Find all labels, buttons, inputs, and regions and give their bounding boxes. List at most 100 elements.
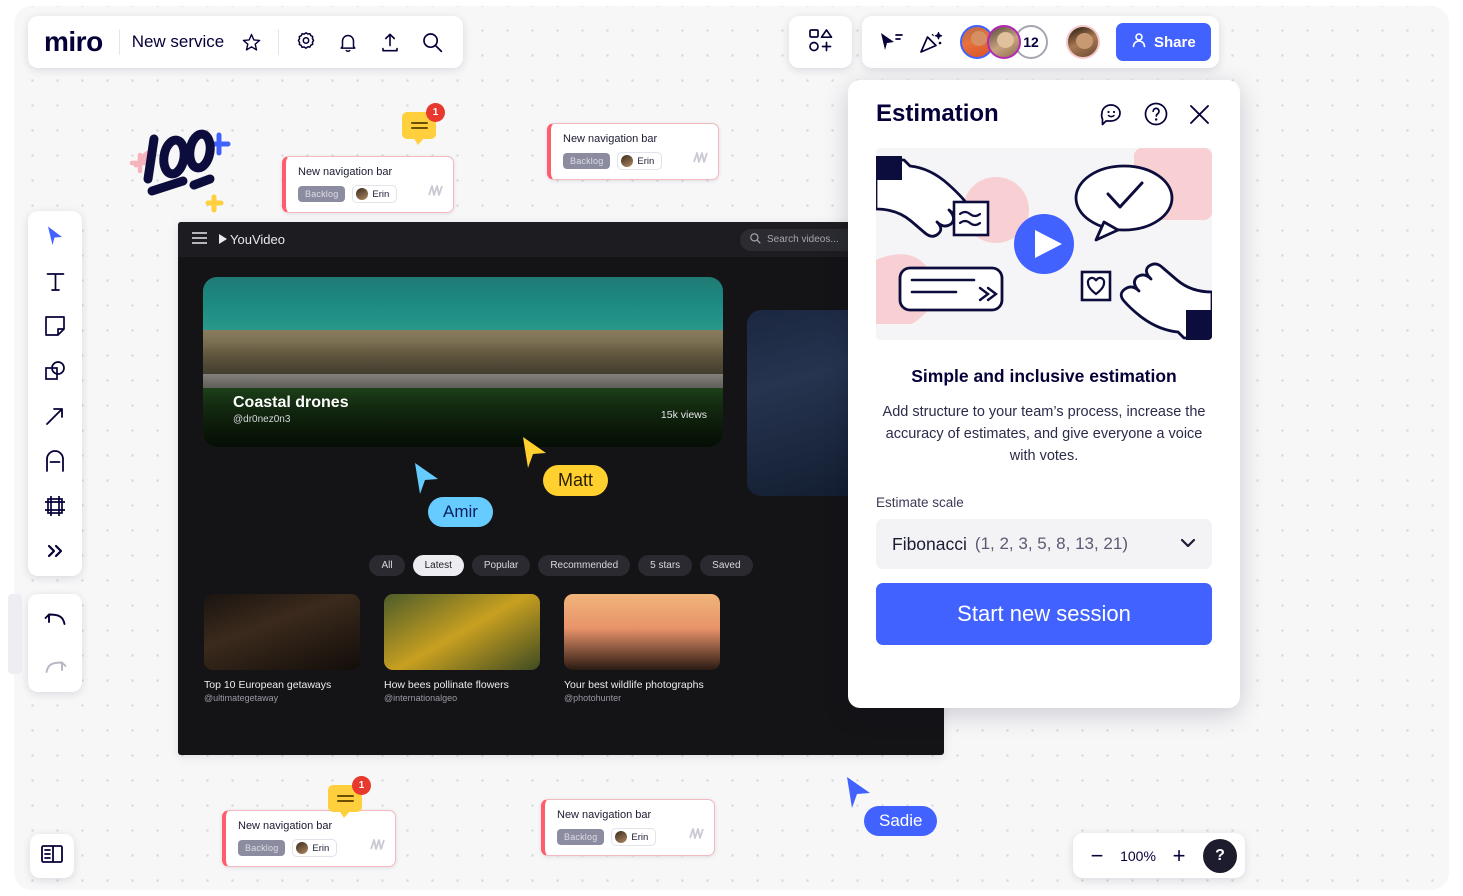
video-thumbnail	[204, 594, 360, 670]
estimate-scale-label: Estimate scale	[876, 495, 964, 511]
cursor-label-sadie: Sadie	[864, 806, 938, 836]
comment-pin[interactable]: 1	[328, 776, 371, 818]
text-tool[interactable]	[38, 266, 72, 296]
card-title: New navigation bar	[238, 820, 333, 832]
avatar	[296, 842, 309, 854]
cursor-select-icon[interactable]	[876, 27, 906, 57]
miro-logo[interactable]: miro	[44, 26, 107, 58]
zoom-controls: − 100% + ?	[1073, 833, 1245, 878]
card-meta: Backlog Erin	[557, 828, 702, 846]
app-root: New navigation bar Backlog Erin 1 New na…	[0, 0, 1463, 896]
avatar	[615, 831, 628, 843]
panel-title: Estimation	[876, 100, 999, 127]
assignee-chip[interactable]: Erin	[292, 839, 338, 857]
shapes-add-button[interactable]	[789, 16, 852, 68]
card-title: New navigation bar	[557, 809, 652, 821]
sticker-100[interactable]	[126, 113, 236, 213]
star-icon[interactable]	[236, 27, 266, 57]
status-badge: Backlog	[298, 186, 346, 202]
zoom-in-button[interactable]: +	[1163, 840, 1195, 872]
filter-pill-all[interactable]: All	[369, 555, 405, 576]
divider	[118, 29, 120, 55]
divider	[278, 29, 280, 55]
card-item[interactable]: New navigation bar Backlog Erin	[282, 156, 454, 213]
hero-ocean-band	[203, 277, 723, 334]
side-panel-toggle[interactable]	[30, 834, 74, 878]
gear-icon[interactable]	[291, 27, 321, 57]
mockup-brand: YouVideo	[219, 232, 285, 247]
feedback-smiley-icon[interactable]	[1099, 101, 1125, 127]
filter-pill-recommended[interactable]: Recommended	[538, 555, 631, 576]
hero-title: Coastal drones	[233, 394, 349, 411]
comment-count-badge: 1	[426, 103, 445, 122]
undo-redo-box	[28, 594, 82, 692]
main-toolbar: miro New service	[28, 16, 464, 68]
avatar	[356, 188, 369, 200]
filter-pill-latest[interactable]: Latest	[412, 555, 464, 576]
scale-name: Fibonacci	[892, 533, 967, 554]
upload-icon[interactable]	[375, 27, 405, 57]
video-title: How bees pollinate flowers	[384, 679, 509, 691]
mockup-topbar: YouVideo Search videos...	[178, 222, 944, 257]
more-tools[interactable]	[38, 536, 72, 566]
card-item[interactable]: New navigation bar Backlog Erin	[222, 810, 396, 867]
assignee-name: Erin	[312, 842, 330, 854]
avatar-current-user[interactable]	[1066, 25, 1100, 59]
card-item[interactable]: New navigation bar Backlog Erin	[547, 123, 719, 180]
cursor-pointer-sadie	[846, 776, 872, 815]
hamburger-icon[interactable]	[192, 231, 207, 249]
card-title: New navigation bar	[298, 166, 393, 178]
card-meta: Backlog Erin	[563, 152, 706, 170]
video-card[interactable]: Top 10 European getaways @ultimategetawa…	[204, 594, 360, 703]
sticky-note-tool[interactable]	[38, 311, 72, 341]
search-placeholder: Search videos...	[767, 234, 839, 245]
help-button[interactable]: ?	[1203, 838, 1237, 873]
filter-pill-popular[interactable]: Popular	[471, 555, 531, 576]
video-card[interactable]: Your best wildlife photographs @photohun…	[564, 594, 720, 703]
hero-video[interactable]: Coastal drones @dr0nez0n3 15k views	[203, 277, 723, 447]
redo-icon[interactable]	[38, 652, 72, 682]
hero-views: 15k views	[660, 409, 707, 421]
person-icon	[1131, 32, 1147, 52]
share-button[interactable]: Share	[1116, 23, 1211, 61]
assignee-chip[interactable]: Erin	[617, 152, 663, 170]
card-title: New navigation bar	[563, 133, 658, 145]
share-label: Share	[1154, 33, 1196, 51]
shapes-tool[interactable]	[38, 356, 72, 386]
filter-pill-5-stars[interactable]: 5 stars	[638, 555, 693, 576]
undo-icon[interactable]	[38, 604, 72, 634]
video-handle: @photohunter	[564, 693, 622, 703]
assignee-chip[interactable]: Erin	[611, 828, 657, 846]
avatar[interactable]	[987, 25, 1021, 59]
card-item[interactable]: New navigation bar Backlog Erin	[541, 799, 715, 856]
comment-count-badge: 1	[352, 776, 371, 795]
rail-drag-handle[interactable]	[8, 594, 22, 674]
side-panel-icon	[40, 843, 64, 870]
estimate-scale-select[interactable]: Fibonacci (1, 2, 3, 5, 8, 13, 21)	[876, 519, 1212, 570]
filter-pill-saved[interactable]: Saved	[700, 555, 753, 576]
video-card[interactable]: How bees pollinate flowers @internationa…	[384, 594, 540, 703]
close-icon[interactable]	[1187, 102, 1212, 127]
filter-pills: All Latest Popular Recommended 5 stars S…	[178, 555, 944, 576]
board-name[interactable]: New service	[132, 32, 225, 52]
confetti-icon[interactable]	[916, 27, 946, 57]
estimation-panel: Estimation Simple and inclusive estimati…	[848, 80, 1240, 708]
assignee-chip[interactable]: Erin	[352, 185, 398, 203]
help-question-icon[interactable]	[1143, 101, 1169, 127]
pen-tool[interactable]	[38, 446, 72, 476]
zoom-level[interactable]: 100%	[1117, 848, 1159, 864]
cursor-pointer-amir	[414, 462, 440, 501]
miro-watermark-icon	[688, 827, 704, 845]
cursor-label-matt: Matt	[543, 465, 609, 496]
bell-icon[interactable]	[333, 27, 363, 57]
collaborator-avatars[interactable]: 12	[960, 25, 1048, 59]
frame-tool[interactable]	[38, 491, 72, 521]
select-tool[interactable]	[38, 221, 72, 251]
status-badge: Backlog	[238, 840, 286, 856]
video-thumbnail	[564, 594, 720, 670]
search-icon[interactable]	[417, 27, 447, 57]
comment-pin[interactable]: 1	[402, 103, 445, 145]
zoom-out-button[interactable]: −	[1081, 840, 1113, 872]
arrow-tool[interactable]	[38, 401, 72, 431]
start-new-session-button[interactable]: Start new session	[876, 583, 1212, 646]
